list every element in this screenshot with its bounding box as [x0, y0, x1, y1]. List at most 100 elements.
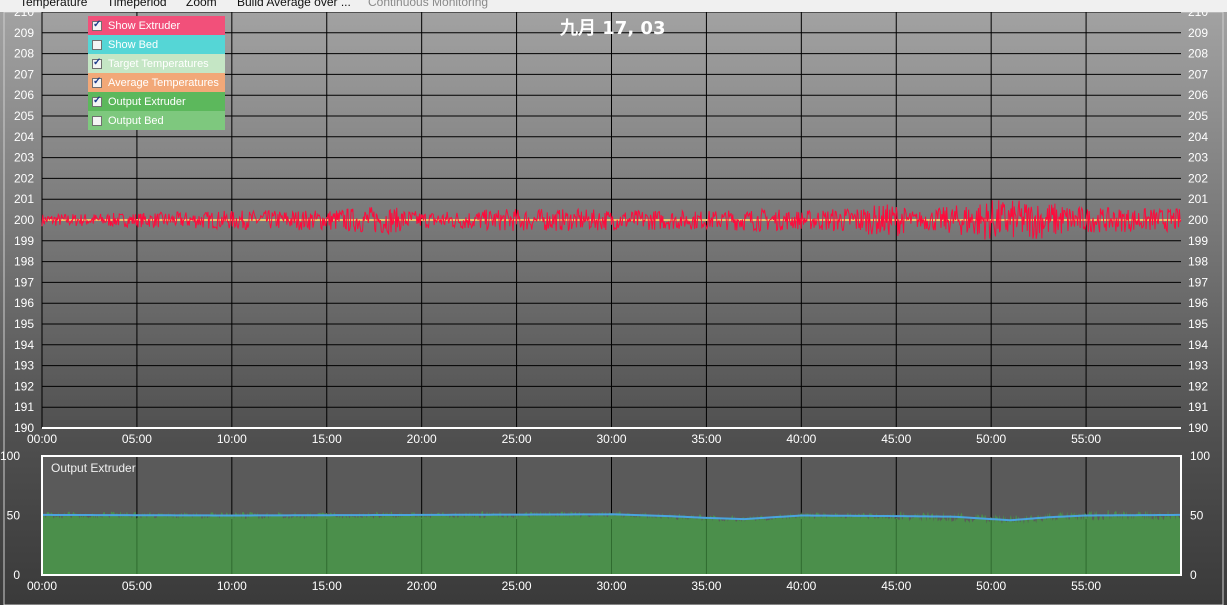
lower-y-tick-label: 100 [0, 449, 20, 463]
lower-x-tick-label: 35:00 [691, 579, 721, 593]
legend-target-temperatures[interactable]: Target Temperatures [88, 54, 225, 73]
checkbox-icon[interactable] [92, 115, 102, 126]
upper-y-tick-label: 208 [14, 47, 34, 61]
legend-label: Average Temperatures [108, 76, 219, 89]
upper-x-tick-label: 30:00 [596, 432, 626, 446]
upper-y-tick-label: 195 [1188, 317, 1208, 331]
upper-y-tick-label: 197 [14, 275, 34, 289]
upper-y-tick-label: 199 [14, 234, 34, 248]
upper-y-tick-label: 203 [14, 151, 34, 165]
lower-x-tick-label: 45:00 [881, 579, 911, 593]
upper-x-tick-label: 05:00 [122, 432, 152, 446]
upper-y-tick-label: 202 [14, 171, 34, 185]
legend-label: Output Bed [108, 114, 164, 127]
upper-y-tick-label: 205 [1188, 109, 1208, 123]
upper-y-tick-label: 191 [14, 400, 34, 414]
upper-y-tick-label: 198 [14, 255, 34, 269]
menu-timeperiod[interactable]: Timeperiod [107, 0, 167, 9]
upper-y-tick-label: 196 [1188, 296, 1208, 310]
upper-y-tick-label: 204 [1188, 130, 1208, 144]
upper-y-tick-label: 193 [14, 359, 34, 373]
lower-y-tick-label: 50 [1190, 509, 1204, 523]
legend-label: Target Temperatures [108, 57, 209, 70]
upper-y-tick-label: 192 [14, 379, 34, 393]
upper-x-tick-label: 40:00 [786, 432, 816, 446]
menu-temperature[interactable]: Temperature [20, 0, 87, 9]
upper-y-tick-label: 198 [1188, 255, 1208, 269]
upper-y-tick-label: 205 [14, 109, 34, 123]
upper-y-tick-label: 202 [1188, 171, 1208, 185]
lower-x-tick-label: 30:00 [596, 579, 626, 593]
checkbox-icon[interactable] [92, 95, 102, 107]
lower-x-tick-label: 15:00 [312, 579, 342, 593]
lower-y-tick-label: 100 [1190, 449, 1210, 463]
lower-x-tick-label: 55:00 [1071, 579, 1101, 593]
upper-y-tick-label: 204 [14, 130, 34, 144]
lower-x-tick-label: 10:00 [217, 579, 247, 593]
upper-y-tick-label: 209 [14, 26, 34, 40]
upper-y-tick-label: 194 [14, 338, 34, 352]
legend-output-extruder[interactable]: Output Extruder [88, 92, 225, 111]
upper-y-tick-label: 191 [1188, 400, 1208, 414]
lower-series [41, 510, 1182, 575]
legend: Show Extruder Show Bed Target Temperatur… [88, 16, 225, 130]
upper-y-tick-label: 192 [1188, 379, 1208, 393]
output-extruder-title: Output Extruder [51, 461, 136, 475]
upper-y-tick-label: 200 [1188, 213, 1208, 227]
upper-y-tick-label: 208 [1188, 47, 1208, 61]
upper-y-tick-label: 206 [14, 88, 34, 102]
checkbox-icon[interactable] [92, 76, 102, 88]
upper-y-tick-label: 201 [1188, 192, 1208, 206]
legend-label: Show Bed [108, 38, 159, 51]
upper-y-tick-label: 190 [1188, 421, 1208, 435]
menu-zoom[interactable]: Zoom [186, 0, 217, 9]
upper-y-tick-label: 210 [14, 12, 34, 19]
lower-y-tick-label: 0 [1190, 568, 1197, 582]
checkbox-icon[interactable] [92, 57, 102, 69]
upper-y-axis-left: 1901911921931941951961971981992002012022… [14, 12, 34, 435]
upper-y-tick-label: 206 [1188, 88, 1208, 102]
legend-show-extruder[interactable]: Show Extruder [88, 16, 225, 35]
lower-x-tick-label: 40:00 [786, 579, 816, 593]
upper-y-tick-label: 207 [14, 67, 34, 81]
upper-y-tick-label: 193 [1188, 359, 1208, 373]
lower-x-tick-label: 05:00 [122, 579, 152, 593]
lower-x-tick-label: 25:00 [502, 579, 532, 593]
chart-title: 九月 17, 03 [560, 18, 666, 39]
menu-bar: Temperature Timeperiod Zoom Build Averag… [0, 0, 1227, 12]
checkbox-icon[interactable] [92, 19, 102, 31]
lower-x-tick-label: 20:00 [407, 579, 437, 593]
lower-y-tick-label: 50 [7, 509, 21, 523]
upper-x-tick-label: 45:00 [881, 432, 911, 446]
upper-y-tick-label: 201 [14, 192, 34, 206]
upper-y-tick-label: 200 [14, 213, 34, 227]
upper-x-tick-label: 25:00 [502, 432, 532, 446]
upper-y-tick-label: 196 [14, 296, 34, 310]
upper-y-tick-label: 199 [1188, 234, 1208, 248]
upper-y-tick-label: 203 [1188, 151, 1208, 165]
checkbox-icon[interactable] [92, 39, 102, 50]
upper-y-tick-label: 209 [1188, 26, 1208, 40]
legend-label: Output Extruder [108, 95, 186, 108]
menu-build-average[interactable]: Build Average over ... [237, 0, 351, 9]
upper-y-tick-label: 210 [1188, 12, 1208, 19]
upper-y-tick-label: 194 [1188, 338, 1208, 352]
legend-label: Show Extruder [108, 19, 181, 32]
legend-average-temperatures[interactable]: Average Temperatures [88, 73, 225, 92]
upper-x-tick-label: 35:00 [691, 432, 721, 446]
upper-y-tick-label: 195 [14, 317, 34, 331]
upper-x-tick-label: 15:00 [312, 432, 342, 446]
upper-x-tick-label: 10:00 [217, 432, 247, 446]
upper-x-tick-label: 00:00 [27, 432, 57, 446]
lower-y-tick-label: 0 [13, 568, 20, 582]
upper-x-tick-label: 20:00 [407, 432, 437, 446]
upper-x-tick-label: 55:00 [1071, 432, 1101, 446]
menu-continuous-monitoring: Continuous Monitoring [368, 0, 489, 9]
legend-output-bed[interactable]: Output Bed [88, 111, 225, 130]
lower-x-tick-label: 00:00 [27, 579, 57, 593]
legend-show-bed[interactable]: Show Bed [88, 35, 225, 54]
upper-x-tick-label: 50:00 [976, 432, 1006, 446]
upper-y-tick-label: 197 [1188, 275, 1208, 289]
upper-y-tick-label: 207 [1188, 67, 1208, 81]
upper-y-axis-right: 190 191 192 193 194 195 196 197 198 199 200 201 202 2… [1188, 12, 1208, 435]
